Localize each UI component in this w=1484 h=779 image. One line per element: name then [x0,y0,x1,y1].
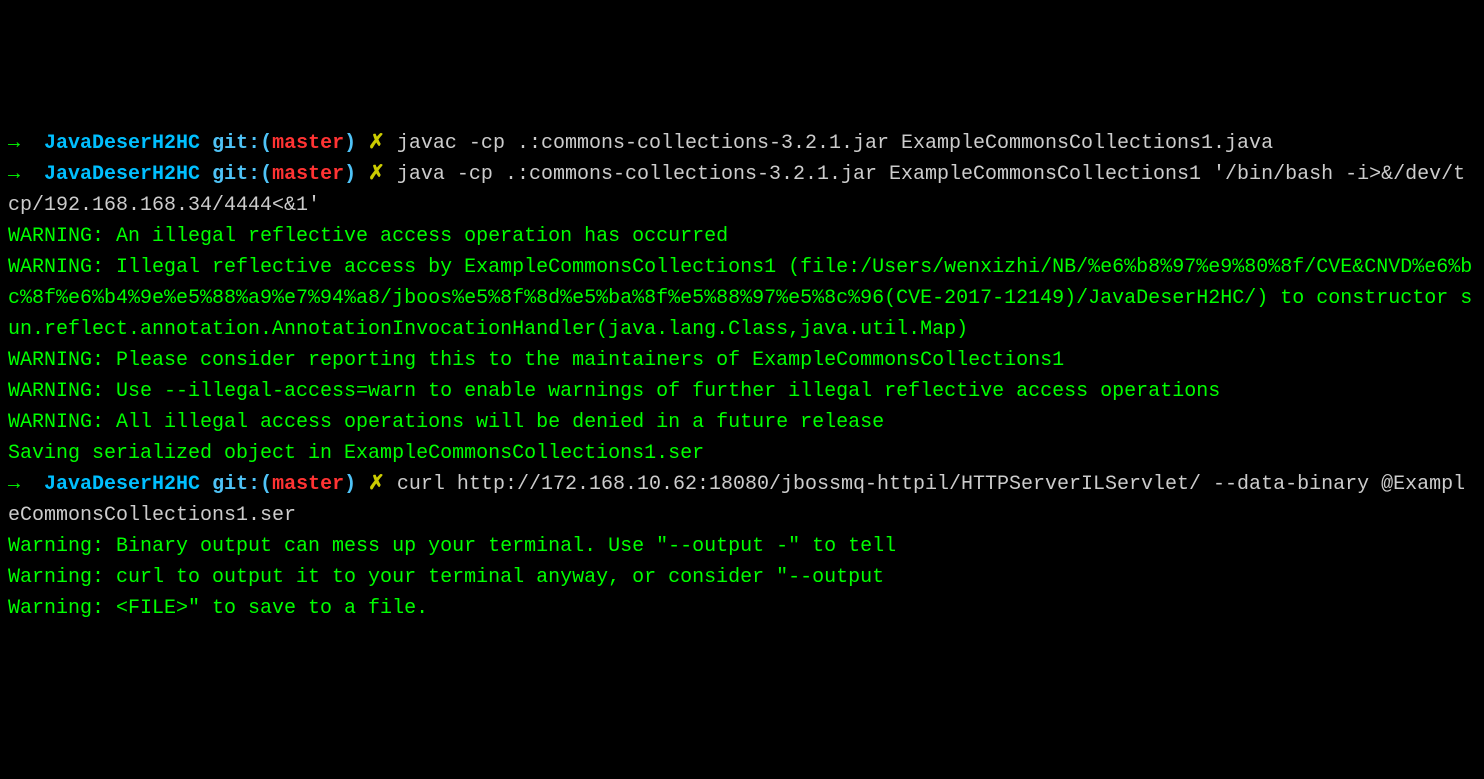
curl-warning-3: Warning: <FILE>" to save to a file. [8,593,1476,624]
git-close: ) [344,163,356,186]
git-close: ) [344,132,356,155]
arrow-icon: → [8,163,20,186]
arrow-icon: → [8,132,20,155]
arrow-icon: → [8,473,20,496]
git-branch: master [272,473,344,496]
dirty-icon: ✗ [368,132,385,155]
directory-name: JavaDeserH2HC [44,132,200,155]
curl-warning-1: Warning: Binary output can mess up your … [8,531,1476,562]
curl-warning-2: Warning: curl to output it to your termi… [8,562,1476,593]
output-warning-1: WARNING: An illegal reflective access op… [8,221,1476,252]
terminal[interactable]: → JavaDeserH2HC git:(master) ✗ javac -cp… [8,128,1476,624]
output-warning-4: WARNING: Use --illegal-access=warn to en… [8,376,1476,407]
dirty-icon: ✗ [368,163,385,186]
git-label: git:( [212,163,272,186]
output-saving: Saving serialized object in ExampleCommo… [8,438,1476,469]
prompt-line-1: → JavaDeserH2HC git:(master) ✗ javac -cp… [8,128,1476,159]
git-branch: master [272,132,344,155]
output-warning-3: WARNING: Please consider reporting this … [8,345,1476,376]
dirty-icon: ✗ [368,473,385,496]
directory-name: JavaDeserH2HC [44,473,200,496]
git-branch: master [272,163,344,186]
prompt-line-2: → JavaDeserH2HC git:(master) ✗ java -cp … [8,159,1476,221]
command-1: javac -cp .:commons-collections-3.2.1.ja… [397,132,1273,155]
git-close: ) [344,473,356,496]
git-label: git:( [212,473,272,496]
output-warning-2: WARNING: Illegal reflective access by Ex… [8,252,1476,345]
directory-name: JavaDeserH2HC [44,163,200,186]
git-label: git:( [212,132,272,155]
output-warning-5: WARNING: All illegal access operations w… [8,407,1476,438]
prompt-line-3: → JavaDeserH2HC git:(master) ✗ curl http… [8,469,1476,531]
